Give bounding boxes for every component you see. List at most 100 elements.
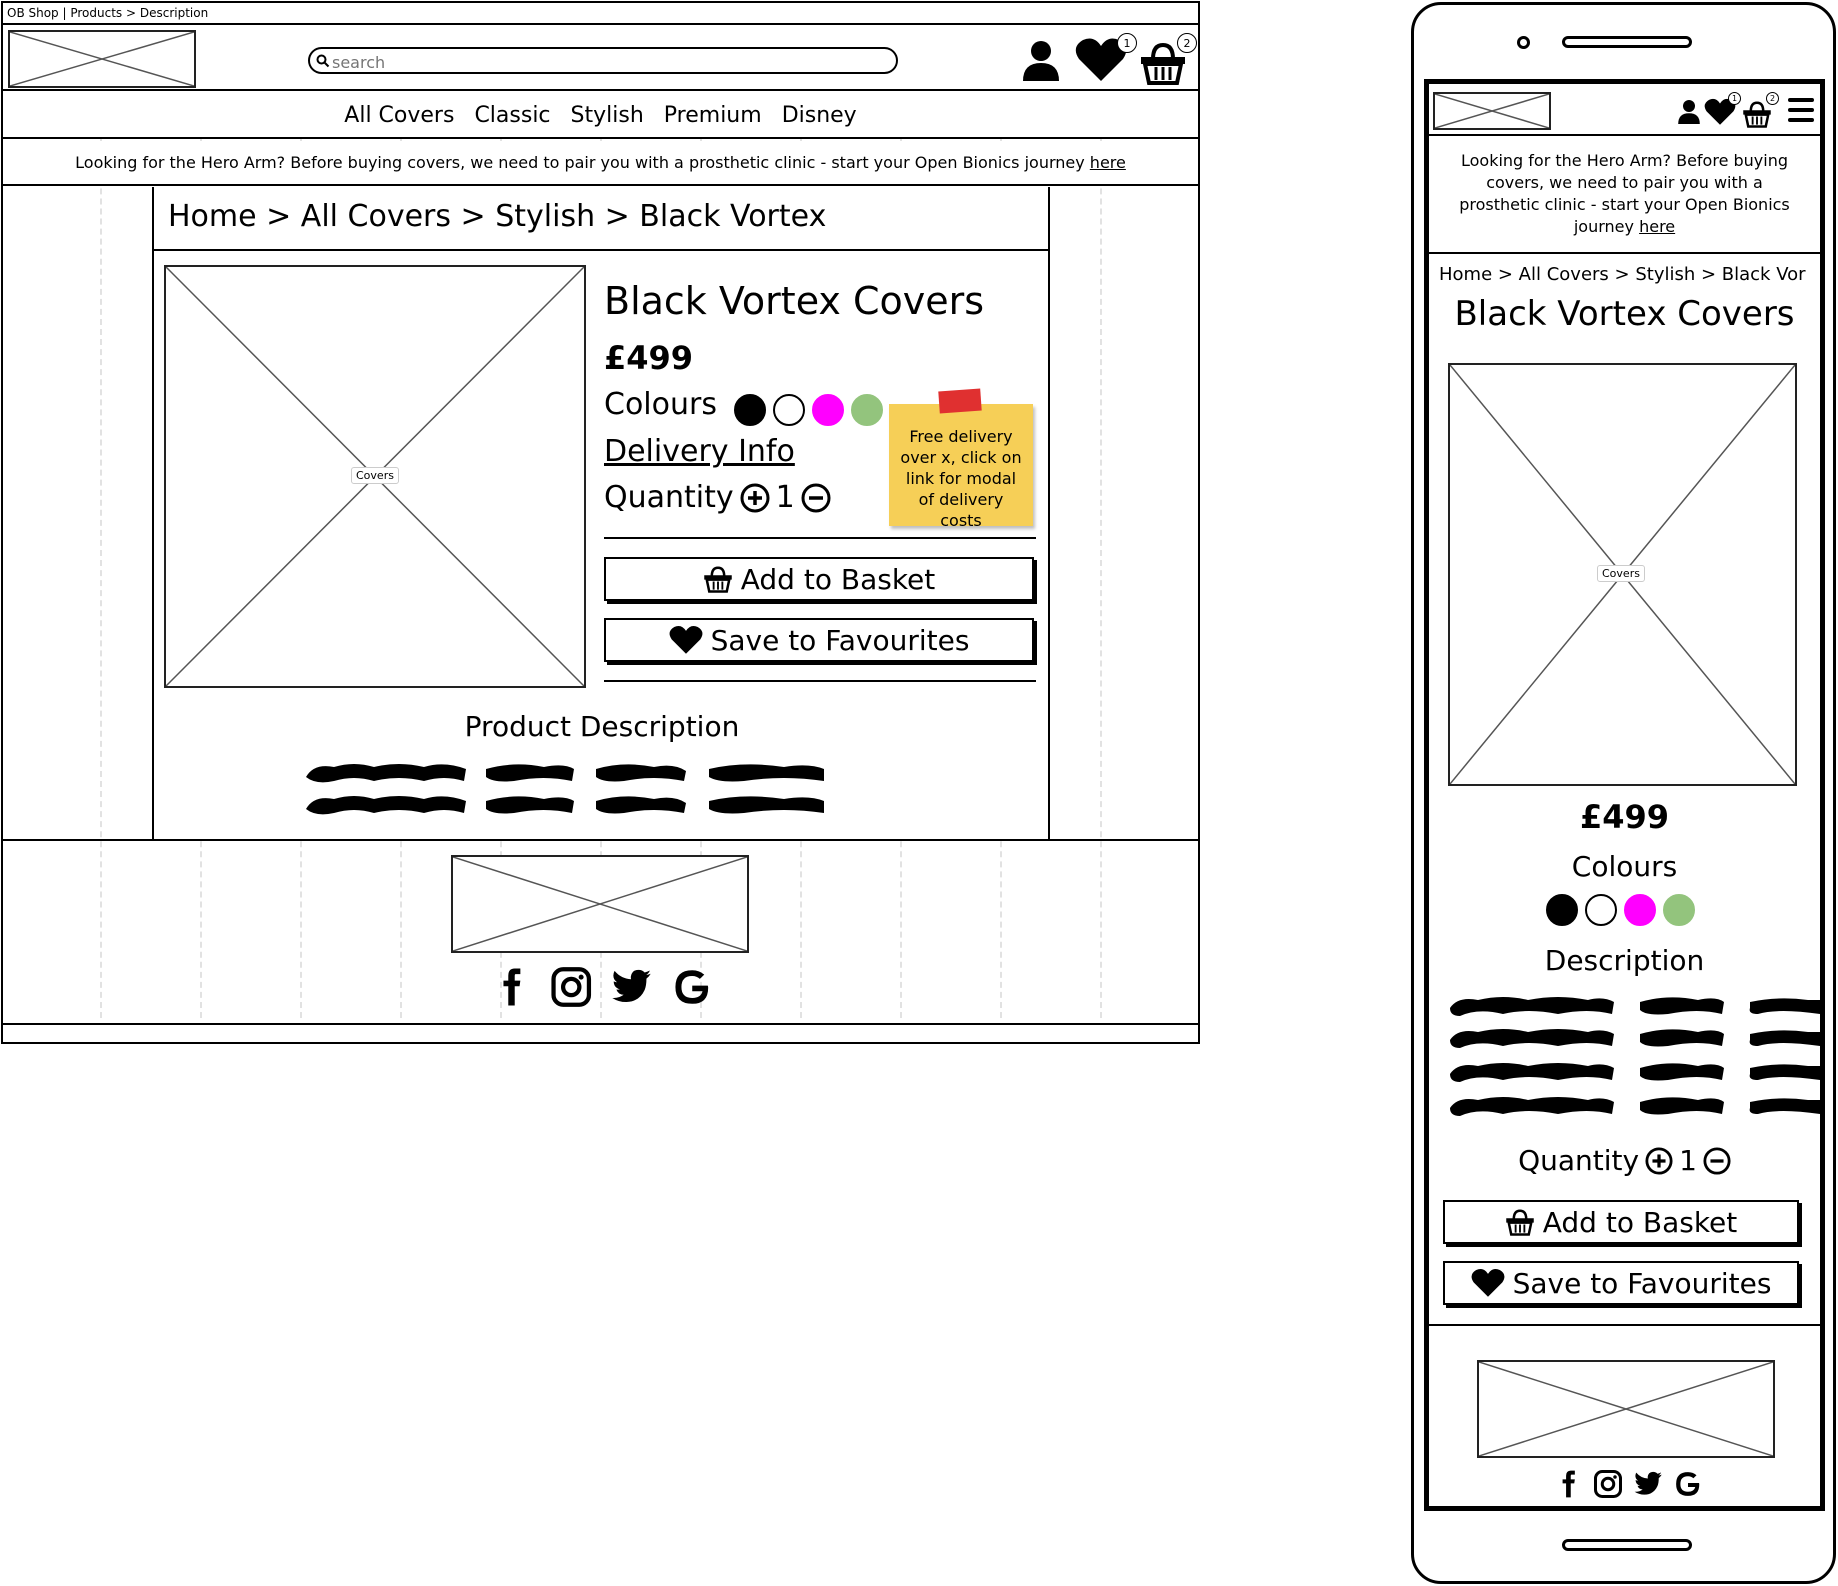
mobile-header: 1 2: [1429, 84, 1820, 136]
user-icon[interactable]: [1021, 39, 1061, 83]
menu-icon[interactable]: [1786, 96, 1816, 124]
quantity-decrease-icon[interactable]: [801, 483, 831, 513]
device-camera: [1517, 36, 1530, 49]
site-logo[interactable]: [8, 30, 196, 88]
banner-link[interactable]: here: [1090, 153, 1126, 172]
mobile-banner-text: Looking for the Hero Arm? Before buying …: [1459, 151, 1790, 236]
mobile-colours-label: Colours: [1571, 850, 1678, 883]
user-icon[interactable]: [1677, 98, 1701, 126]
basket-count-badge: 2: [1766, 92, 1779, 105]
product-image: Covers: [164, 265, 586, 688]
mobile-product-image-label: Covers: [1597, 565, 1645, 582]
mobile-add-to-basket-button[interactable]: Add to Basket: [1443, 1200, 1799, 1244]
nav-item-stylish[interactable]: Stylish: [571, 103, 644, 128]
instagram-icon[interactable]: [1593, 1469, 1623, 1499]
category-nav: All Covers Classic Stylish Premium Disne…: [3, 93, 1198, 139]
nav-item-all-covers[interactable]: All Covers: [344, 103, 454, 128]
mobile-device-frame: 1 2 Looking for the Hero Arm? Before buy…: [1411, 2, 1836, 1584]
favourites-count-badge: 1: [1728, 92, 1741, 105]
mobile-product-image: Covers: [1448, 363, 1797, 786]
mobile-save-to-favourites-label: Save to Favourites: [1512, 1266, 1772, 1300]
favourites-count-badge: 1: [1117, 33, 1137, 53]
mobile-favourites-button[interactable]: 1: [1704, 92, 1744, 128]
colour-swatch-black[interactable]: [734, 394, 766, 426]
colour-swatch-white[interactable]: [773, 394, 805, 426]
mobile-description-heading: Description: [1544, 944, 1705, 977]
twitter-icon[interactable]: [1633, 1469, 1663, 1499]
nav-item-premium[interactable]: Premium: [664, 103, 762, 128]
divider: [604, 680, 1036, 682]
basket-button[interactable]: 2: [1139, 33, 1201, 85]
delivery-info-link[interactable]: Delivery Info: [604, 434, 795, 469]
facebook-icon[interactable]: [493, 965, 532, 1009]
footer-logo: [451, 855, 749, 953]
twitter-icon[interactable]: [610, 965, 652, 1009]
mobile-basket-button[interactable]: 2: [1742, 92, 1782, 130]
colour-swatch-green[interactable]: [851, 394, 883, 426]
mobile-colour-swatch-magenta[interactable]: [1624, 894, 1656, 926]
mobile-description-placeholder-text: [1450, 997, 1820, 1116]
mobile-colour-swatch-white[interactable]: [1585, 894, 1617, 926]
nav-item-disney[interactable]: Disney: [782, 103, 857, 128]
google-icon[interactable]: [671, 965, 713, 1009]
description-placeholder-text: [306, 764, 824, 815]
quantity-label: Quantity: [604, 480, 734, 515]
mobile-footer-logo: [1477, 1360, 1775, 1458]
description-heading: Product Description: [464, 710, 740, 743]
desktop-wireframe: OB Shop | Products > Description 1: [1, 1, 1200, 1044]
mobile-colour-swatch-green[interactable]: [1663, 894, 1695, 926]
mobile-colour-swatch-black[interactable]: [1546, 894, 1578, 926]
favourites-button[interactable]: 1: [1075, 33, 1141, 83]
sticky-tape: [938, 388, 982, 414]
mobile-social-links: [1555, 1468, 1705, 1500]
product-price: £499: [604, 339, 694, 377]
product-image-label: Covers: [351, 467, 399, 484]
mobile-product-title: Black Vortex Covers: [1454, 294, 1795, 334]
quantity-value: 1: [775, 480, 795, 515]
window-title: OB Shop | Products > Description: [7, 6, 209, 20]
quantity-increase-icon[interactable]: [1645, 1146, 1673, 1175]
search-icon: [316, 54, 330, 68]
product-panel: Home > All Covers > Stylish > Black Vort…: [152, 187, 1050, 839]
quantity-increase-icon[interactable]: [740, 483, 770, 513]
basket-icon: [704, 566, 732, 593]
basket-icon: [1506, 1209, 1534, 1236]
mobile-quantity-value: 1: [1679, 1144, 1697, 1177]
nav-item-classic[interactable]: Classic: [474, 103, 550, 128]
product-title: Black Vortex Covers: [604, 279, 985, 323]
save-to-favourites-button[interactable]: Save to Favourites: [604, 618, 1034, 662]
window-title-bar: OB Shop | Products > Description: [3, 3, 1198, 25]
device-speaker: [1562, 36, 1692, 48]
google-icon[interactable]: [1673, 1469, 1703, 1499]
basket-icon: [1743, 101, 1771, 128]
breadcrumb-text[interactable]: Home > All Covers > Stylish > Black Vort…: [168, 199, 826, 234]
mobile-screen: 1 2 Looking for the Hero Arm? Before buy…: [1424, 79, 1825, 1511]
info-banner: Looking for the Hero Arm? Before buying …: [3, 141, 1198, 186]
heart-icon: [1471, 1268, 1504, 1297]
colour-swatch-magenta[interactable]: [812, 394, 844, 426]
facebook-icon[interactable]: [1555, 1469, 1583, 1499]
mobile-logo[interactable]: [1433, 92, 1551, 130]
colours-label: Colours: [604, 387, 717, 422]
mobile-info-banner: Looking for the Hero Arm? Before buying …: [1429, 138, 1820, 254]
instagram-icon[interactable]: [550, 965, 592, 1009]
mobile-save-to-favourites-button[interactable]: Save to Favourites: [1443, 1261, 1799, 1305]
save-to-favourites-label: Save to Favourites: [710, 623, 970, 657]
banner-text: Looking for the Hero Arm? Before buying …: [75, 153, 1085, 172]
add-to-basket-button[interactable]: Add to Basket: [604, 557, 1034, 601]
site-footer: [3, 839, 1198, 1025]
quantity-decrease-icon[interactable]: [1703, 1146, 1731, 1175]
mobile-banner-link[interactable]: here: [1639, 217, 1675, 236]
sticky-note-text: Free delivery over x, click on link for …: [900, 427, 1022, 530]
mobile-product-price: £499: [1579, 798, 1670, 836]
basket-count-badge: 2: [1177, 33, 1197, 53]
social-links: [493, 963, 713, 1011]
quantity-row: Quantity 1: [604, 480, 831, 515]
mobile-quantity-row: Quantity 1: [1429, 1144, 1820, 1177]
add-to-basket-label: Add to Basket: [740, 562, 936, 596]
search-bar[interactable]: [308, 47, 898, 74]
search-input[interactable]: [330, 51, 894, 73]
breadcrumb: Home > All Covers > Stylish > Black Vort…: [152, 187, 1050, 251]
mobile-breadcrumb[interactable]: Home > All Covers > Stylish > Black Vor: [1439, 264, 1806, 285]
divider: [604, 537, 1036, 539]
